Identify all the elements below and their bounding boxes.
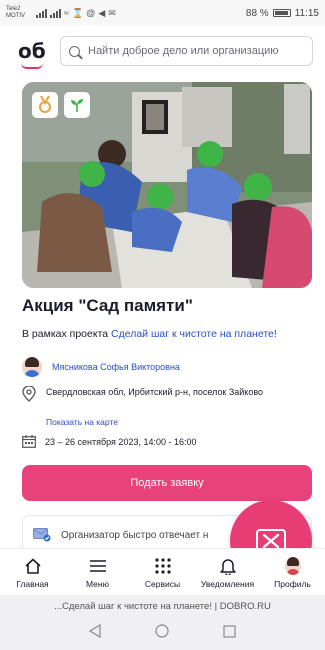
organizer-row[interactable]: Мясникова Софья Викторовна: [22, 357, 180, 377]
organizer-avatar: [22, 357, 42, 377]
back-icon[interactable]: [88, 623, 101, 643]
nav-home[interactable]: Главная: [0, 549, 65, 595]
search-icon: [69, 45, 80, 57]
date-row: 23 – 26 сентября 2023, 14:00 - 16:00: [22, 435, 197, 448]
home-circle-icon[interactable]: [155, 624, 169, 643]
nav-notifications[interactable]: Уведомления: [195, 549, 260, 595]
battery-percent: 88 %: [245, 7, 269, 19]
status-right: 88 % 11:15: [246, 8, 319, 19]
location-pin-icon: [22, 386, 36, 402]
status-bar: Tele2 MOTIV ≈ ⌛ @ ◀ ✉ 88 % 11:15: [0, 0, 325, 26]
profile-avatar: [284, 557, 301, 575]
nav-profile[interactable]: Профиль: [260, 549, 325, 595]
notice-text: Организатор быстро отвечает н: [61, 529, 209, 541]
nav-menu-label: Меню: [86, 579, 109, 589]
address-row: Свердловская обл, Ирбитский р-н, поселок…: [22, 386, 276, 402]
signal-icon: [36, 8, 47, 18]
badge-ecology: [64, 92, 90, 118]
status-icons: ≈ ⌛ @ ◀ ✉: [36, 8, 116, 19]
organizer-name[interactable]: Мясникова Софья Викторовна: [52, 362, 180, 372]
event-title: Акция "Сад памяти": [22, 296, 193, 315]
event-photo[interactable]: [22, 82, 312, 288]
address-text: Свердловская обл, Ирбитский р-н, поселок…: [46, 387, 264, 397]
home-icon: [24, 557, 42, 575]
mail-icon: ✉: [108, 7, 116, 18]
signal-2-icon: [50, 8, 61, 18]
nav-menu[interactable]: Меню: [65, 549, 130, 595]
bottom-nav: Главная Меню Сервисы Уведомления Профиль: [0, 548, 325, 595]
nav-home-label: Главная: [16, 579, 49, 589]
dobro-logo[interactable]: об: [18, 39, 48, 69]
medal-icon: [39, 96, 51, 113]
mail-check-icon: [33, 528, 51, 542]
apply-button[interactable]: Подать заявку: [22, 465, 312, 501]
system-nav-bar: [0, 617, 325, 650]
navigation-icon: ◀: [98, 7, 106, 18]
nav-services[interactable]: Сервисы: [130, 549, 195, 595]
wifi-icon: ≈: [64, 8, 69, 18]
avatar: [284, 557, 302, 575]
calendar-icon: [22, 435, 36, 448]
search-input[interactable]: [88, 45, 304, 57]
bell-icon: [219, 557, 237, 575]
menu-icon: [89, 557, 107, 575]
url-text: ...Сделай шаг к чистоте на планете! | DO…: [54, 600, 271, 612]
nav-services-label: Сервисы: [144, 579, 181, 589]
logo-smile-icon: [21, 63, 43, 69]
nav-profile-label: Профиль: [274, 579, 311, 589]
recents-icon[interactable]: [223, 624, 236, 643]
project-line: В рамках проекта Сделай шаг к чистоте на…: [22, 328, 277, 340]
project-prefix: В рамках проекта: [22, 328, 112, 340]
at-icon: @: [86, 8, 96, 18]
browser-url-bar[interactable]: ...Сделай шаг к чистоте на планете! | DO…: [0, 595, 325, 617]
show-on-map-link[interactable]: Показать на карте: [46, 417, 118, 427]
hourglass-icon: ⌛: [71, 7, 84, 18]
carrier-line-2: MOTIV: [6, 13, 25, 19]
search-box[interactable]: [60, 36, 313, 66]
project-link[interactable]: Сделай шаг к чистоте на планете!: [111, 328, 277, 340]
nav-notifications-label: Уведомления: [200, 579, 255, 589]
badge-award: [32, 92, 58, 118]
grid-icon: [154, 557, 172, 575]
event-dates: 23 – 26 сентября 2023, 14:00 - 16:00: [45, 436, 197, 447]
app-header: об: [0, 26, 325, 76]
clock: 11:15: [294, 7, 319, 19]
battery-icon: [272, 9, 291, 17]
carrier-label: Tele2 MOTIV: [6, 6, 32, 20]
carrier-line-1: Tele2: [6, 6, 21, 12]
logo-text: об: [18, 39, 46, 63]
sprout-icon: [71, 99, 83, 112]
